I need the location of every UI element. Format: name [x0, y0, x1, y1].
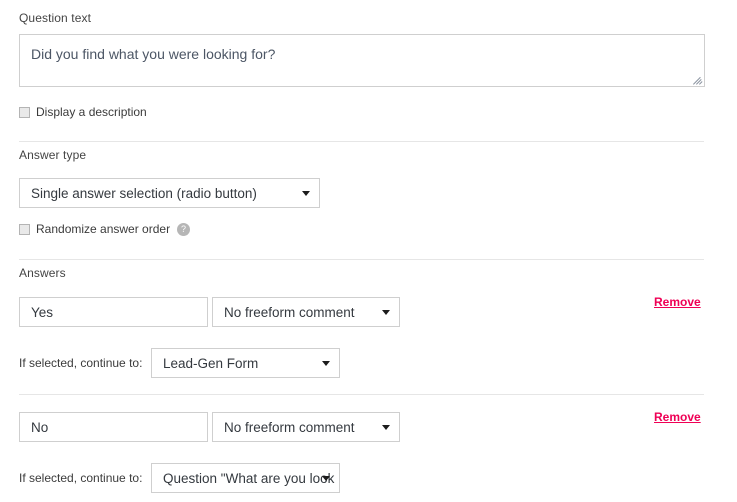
continue-to-select[interactable]: Lead-Gen Form: [151, 348, 340, 378]
chevron-down-icon: [322, 361, 330, 366]
answer-type-select[interactable]: Single answer selection (radio button): [19, 178, 320, 208]
continue-to-value: Lead-Gen Form: [163, 355, 259, 371]
continue-to-label: If selected, continue to:: [19, 356, 143, 370]
divider-answers: [19, 259, 704, 260]
chevron-down-icon: [382, 310, 390, 315]
answer-text-value: Yes: [31, 304, 54, 320]
answer-type-selected-value: Single answer selection (radio button): [31, 185, 257, 201]
answer-text-input[interactable]: No: [19, 412, 208, 442]
answer-text-value: No: [31, 419, 49, 435]
remove-answer-link[interactable]: Remove: [654, 295, 701, 309]
answer-text-input[interactable]: Yes: [19, 297, 208, 327]
continue-to-select[interactable]: Question "What are you look: [151, 463, 340, 493]
resize-handle-icon[interactable]: [692, 74, 703, 85]
divider-answer-item: [19, 394, 704, 395]
continue-to-value: Question "What are you look: [163, 470, 335, 486]
answer-comment-select[interactable]: No freeform comment: [212, 412, 400, 442]
chevron-down-icon: [322, 476, 330, 481]
remove-answer-link[interactable]: Remove: [654, 410, 701, 424]
chevron-down-icon: [382, 425, 390, 430]
display-description-row[interactable]: Display a description: [0, 105, 147, 119]
survey-question-editor: Question text Did you find what you were…: [0, 0, 737, 502]
question-text-value: Did you find what you were looking for?: [31, 46, 276, 62]
randomize-answer-order-row[interactable]: Randomize answer order ?: [0, 222, 191, 236]
answer-comment-value: No freeform comment: [224, 304, 355, 320]
answer-comment-value: No freeform comment: [224, 419, 355, 435]
continue-to-label: If selected, continue to:: [19, 471, 143, 485]
display-description-checkbox[interactable]: [19, 106, 30, 118]
chevron-down-icon: [302, 191, 310, 196]
display-description-label: Display a description: [36, 105, 147, 119]
question-text-input[interactable]: Did you find what you were looking for?: [19, 34, 705, 87]
answer-type-label: Answer type: [19, 148, 87, 162]
answers-label: Answers: [19, 266, 66, 280]
divider-answer-type: [19, 141, 704, 142]
answer-comment-select[interactable]: No freeform comment: [212, 297, 400, 327]
question-text-label: Question text: [19, 11, 92, 25]
help-circle-icon[interactable]: ?: [177, 222, 191, 236]
randomize-answer-order-checkbox[interactable]: [19, 223, 30, 235]
randomize-answer-order-label: Randomize answer order: [36, 222, 171, 236]
